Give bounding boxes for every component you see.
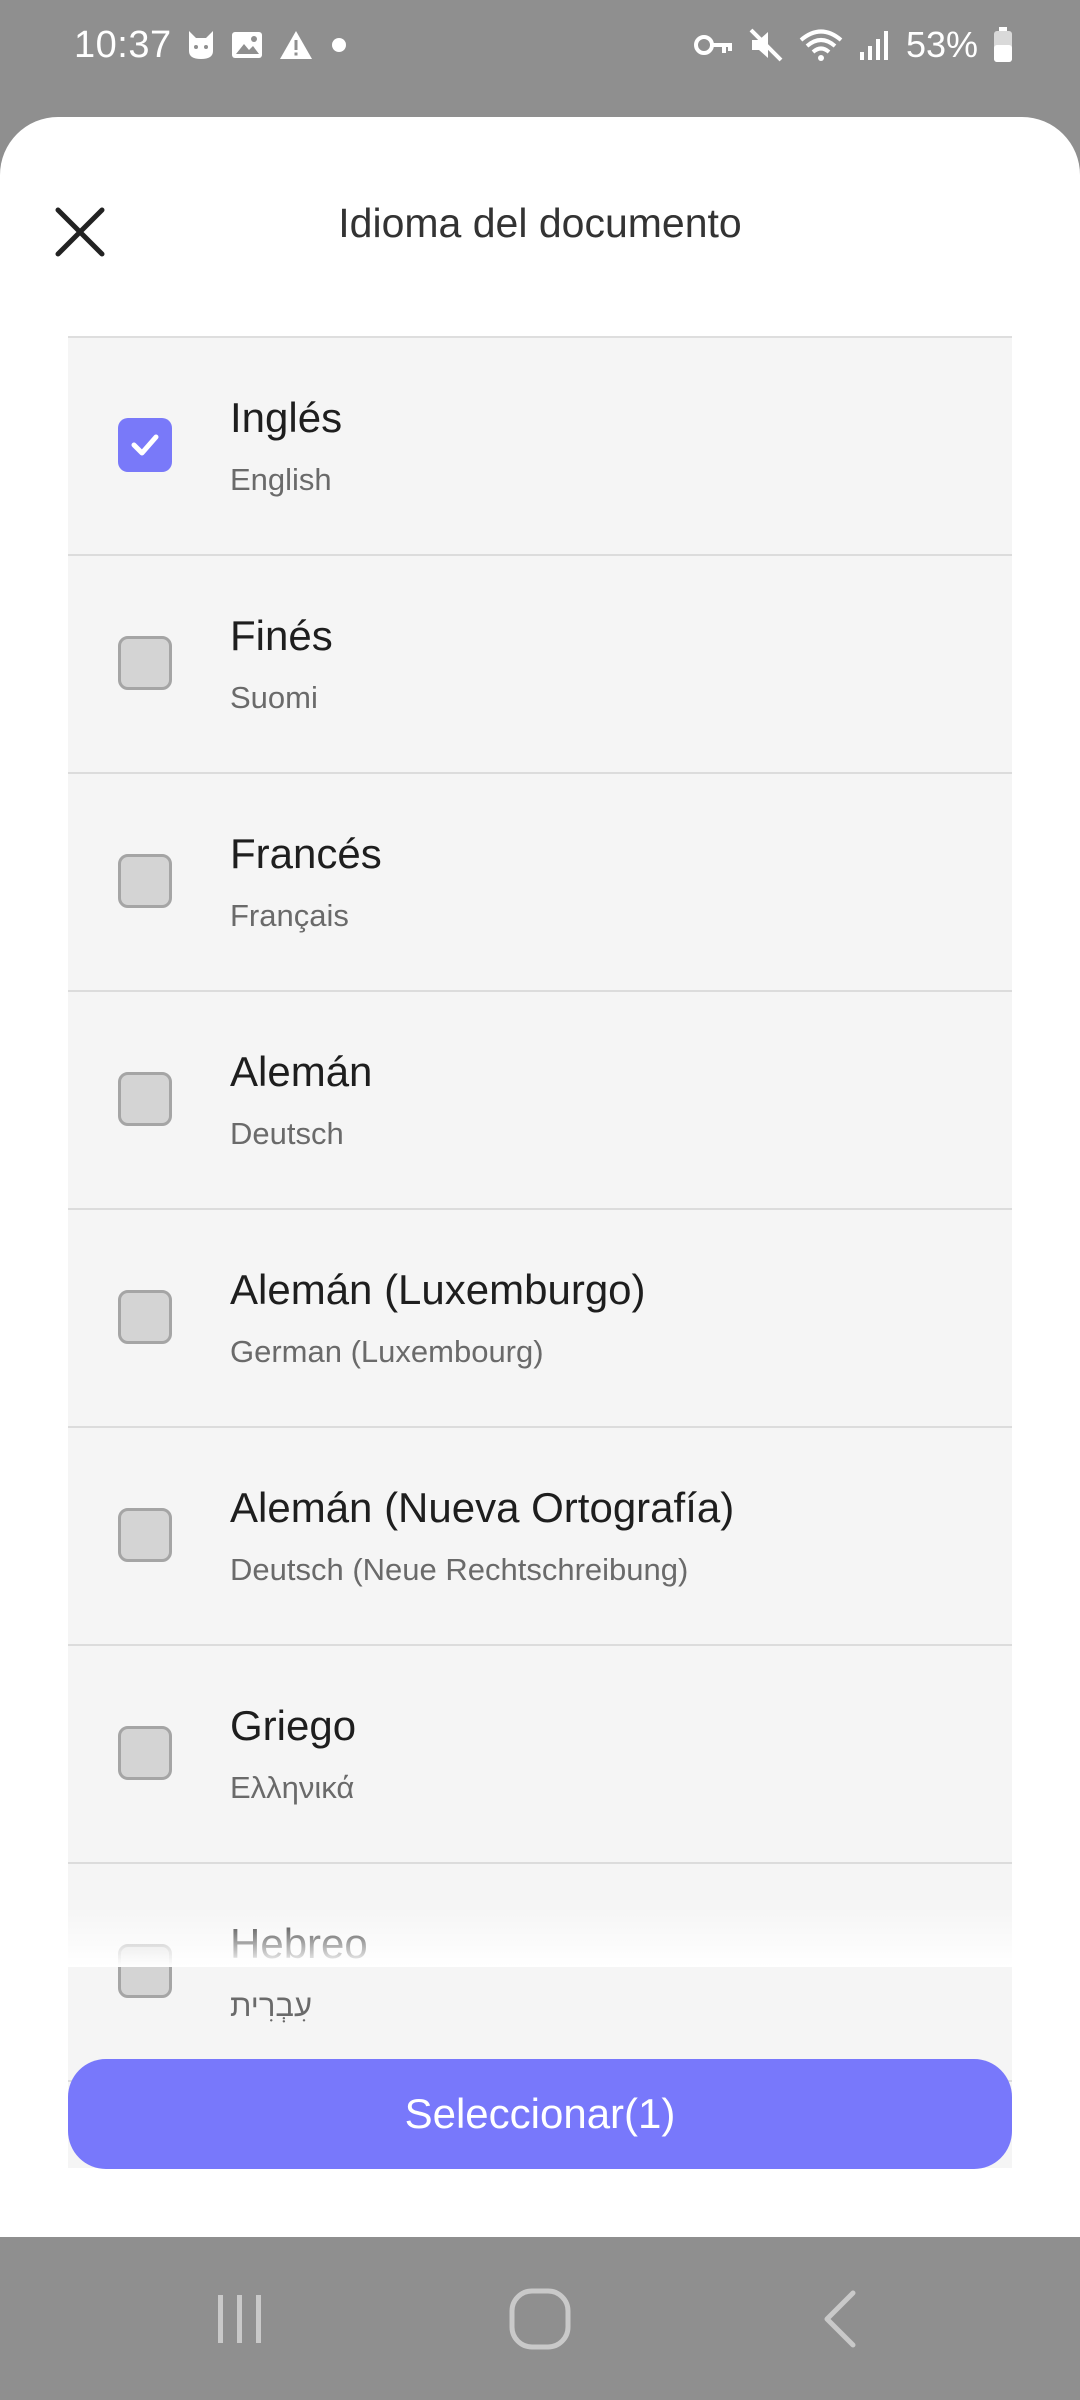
- language-checkbox[interactable]: [118, 636, 172, 690]
- key-icon: [693, 32, 734, 58]
- image-icon: [230, 29, 264, 61]
- language-item[interactable]: Inglés English: [68, 338, 1012, 556]
- language-checkbox[interactable]: [118, 1944, 172, 1998]
- status-left: 10:37: [74, 18, 350, 72]
- language-native-name: Français: [230, 898, 349, 933]
- language-name: Francés: [230, 830, 382, 877]
- battery-percent: 53%: [905, 24, 978, 65]
- language-bottom-sheet: Idioma del documento Inglés English Finés S…: [0, 117, 1080, 2237]
- sheet-title: Idioma del documento: [338, 200, 742, 246]
- sheet-header: Idioma del documento: [0, 117, 1080, 335]
- language-checkbox[interactable]: [118, 1072, 172, 1126]
- language-name: Inglés: [230, 394, 343, 441]
- home-icon: [509, 2288, 571, 2350]
- language-item[interactable]: Francés Français: [68, 774, 1012, 992]
- back-button[interactable]: [782, 2259, 902, 2379]
- battery-icon: [992, 26, 1014, 64]
- language-list[interactable]: Inglés English Finés Suomi Francés Français Al…: [68, 336, 1012, 2168]
- status-time: 10:37: [74, 23, 172, 66]
- language-item[interactable]: Hebreo עִבְרִית: [68, 1864, 1012, 2082]
- language-name: Finés: [230, 612, 333, 659]
- status-right: 53%: [693, 18, 1014, 72]
- language-name: Alemán (Nueva Ortografía): [230, 1484, 735, 1531]
- language-checkbox[interactable]: [118, 1290, 172, 1344]
- language-name: Alemán: [230, 1048, 373, 1095]
- language-native-name: German (Luxembourg): [230, 1334, 544, 1369]
- status-bar: 10:37 53%: [0, 0, 1080, 90]
- language-name: Alemán (Luxemburgo): [230, 1266, 646, 1313]
- language-native-name: English: [230, 462, 332, 497]
- dot-icon: [328, 34, 350, 56]
- back-icon: [824, 2290, 856, 2348]
- navigation-bar: [0, 2237, 1080, 2400]
- mute-icon: [748, 27, 784, 63]
- language-item[interactable]: Alemán Deutsch: [68, 992, 1012, 1210]
- language-native-name: Ελληνικά: [230, 1770, 355, 1805]
- select-button[interactable]: Seleccionar(1): [68, 2059, 1012, 2169]
- wifi-icon: [798, 27, 844, 63]
- checkmark-icon: [131, 434, 159, 456]
- language-native-name: עִבְרִית: [230, 1988, 312, 2023]
- language-item[interactable]: Alemán (Luxemburgo) German (Luxembourg): [68, 1210, 1012, 1428]
- language-item[interactable]: Alemán (Nueva Ortografía) Deutsch (Neue R…: [68, 1428, 1012, 1646]
- language-checkbox[interactable]: [118, 1726, 172, 1780]
- warning-icon: [278, 29, 314, 61]
- cat-icon: [186, 29, 216, 61]
- recent-apps-button[interactable]: [180, 2259, 300, 2379]
- language-name: Griego: [230, 1702, 357, 1749]
- language-native-name: Suomi: [230, 680, 318, 715]
- home-button[interactable]: [480, 2259, 600, 2379]
- recent-apps-icon: [218, 2295, 261, 2343]
- language-item[interactable]: Finés Suomi: [68, 556, 1012, 774]
- language-native-name: Deutsch (Neue Rechtschreibung): [230, 1552, 689, 1587]
- language-native-name: Deutsch: [230, 1116, 344, 1151]
- signal-icon: [858, 28, 892, 62]
- language-name: Hebreo: [230, 1920, 368, 1967]
- language-checkbox[interactable]: [118, 1508, 172, 1562]
- language-checkbox[interactable]: [118, 418, 172, 472]
- language-checkbox[interactable]: [118, 854, 172, 908]
- language-item[interactable]: Griego Ελληνικά: [68, 1646, 1012, 1864]
